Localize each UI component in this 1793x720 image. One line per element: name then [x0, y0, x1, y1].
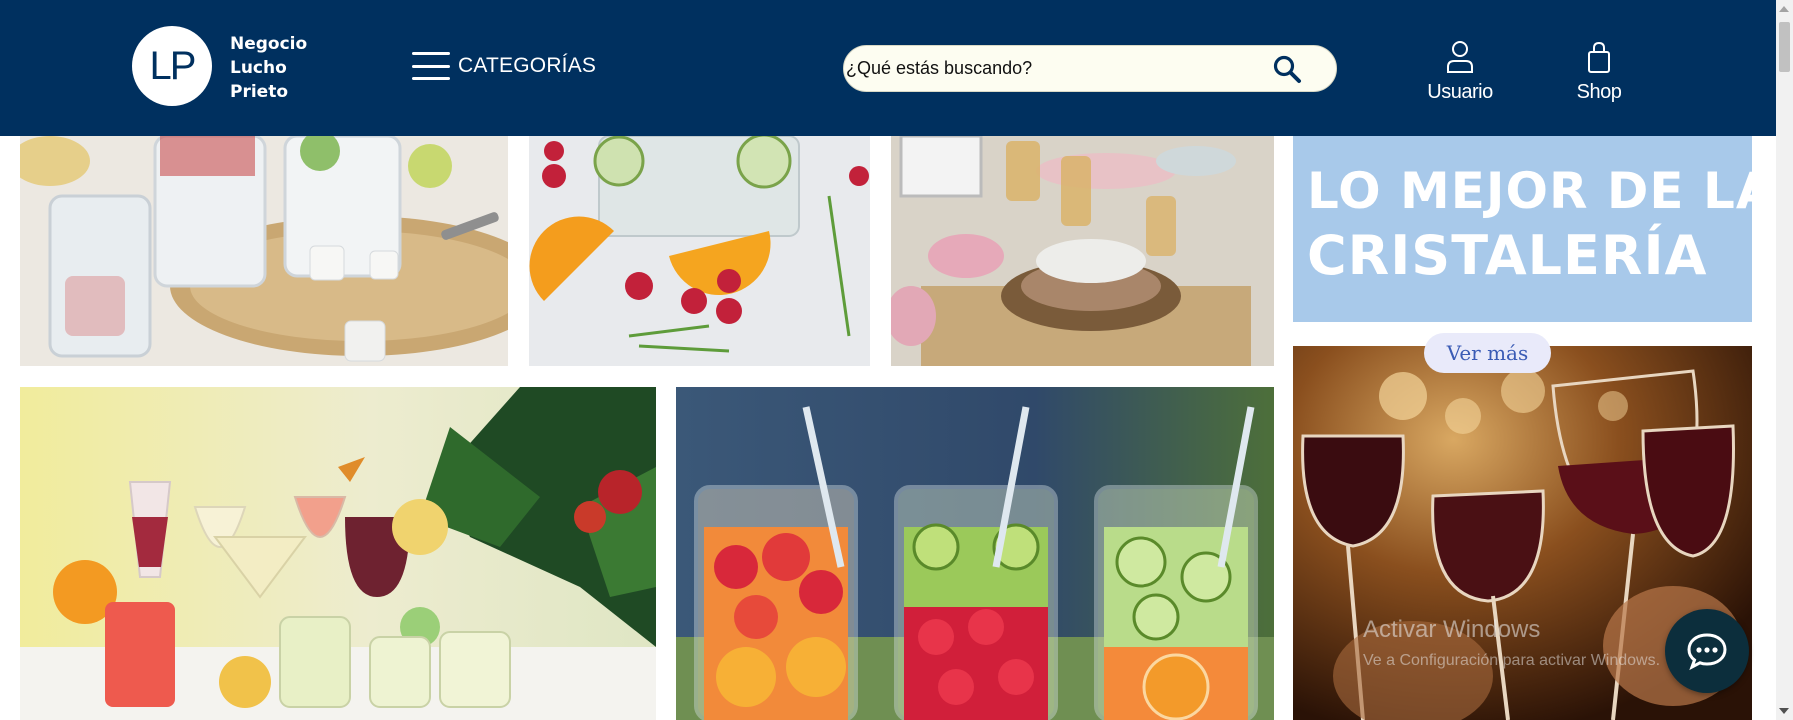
search-bar — [843, 45, 1337, 92]
page: LP Negocio Lucho Prieto CATEGORÍAS Usuar… — [0, 0, 1793, 720]
chat-button[interactable] — [1665, 609, 1749, 693]
cocktails-image — [20, 387, 656, 720]
gallery-tile-citrus-water[interactable] — [529, 136, 870, 366]
gallery-tile-table-setting[interactable] — [891, 136, 1274, 366]
brand-line: Prieto — [230, 82, 289, 102]
logo[interactable]: LP — [132, 26, 212, 106]
shop-label: Shop — [1576, 81, 1622, 103]
vertical-scrollbar[interactable] — [1776, 0, 1793, 720]
hamburger-menu-icon — [412, 50, 450, 82]
gallery-tile-cocktails[interactable] — [20, 387, 656, 720]
ver-mas-button[interactable]: Ver más — [1424, 333, 1551, 373]
search-icon[interactable] — [1272, 54, 1302, 84]
categories-button[interactable]: CATEGORÍAS — [412, 46, 596, 86]
table-setting-image — [891, 136, 1274, 366]
user-label: Usuario — [1427, 81, 1493, 103]
categories-label: CATEGORÍAS — [458, 54, 597, 77]
shopping-bag-icon — [1588, 41, 1610, 73]
shop-button[interactable]: Shop — [1568, 40, 1630, 104]
scroll-up-arrow-icon[interactable] — [1779, 6, 1789, 12]
chat-bubble-icon — [1687, 633, 1727, 671]
scrollbar-thumb[interactable] — [1779, 22, 1790, 72]
site-header: LP Negocio Lucho Prieto CATEGORÍAS Usuar… — [0, 0, 1776, 136]
citrus-water-image — [529, 136, 870, 366]
gallery-tile-glasses-tray[interactable] — [20, 136, 508, 366]
fruit-water-jars-image — [676, 387, 1274, 720]
brand-line: Negocio — [230, 34, 308, 54]
gallery-tile-fruit-water-jars[interactable] — [676, 387, 1274, 720]
activation-watermark-subtitle: Ve a Configuración para activar Windows. — [1363, 652, 1661, 669]
promo-title-line1: LO MEJOR DE LA — [1307, 162, 1752, 220]
user-icon — [1447, 41, 1473, 73]
promo-title-line2: CRISTALERÍA — [1307, 224, 1708, 287]
user-button[interactable]: Usuario — [1418, 40, 1502, 104]
glasses-tray-image — [20, 136, 508, 366]
brand-line: Lucho — [230, 58, 287, 78]
promo-banner[interactable]: LO MEJOR DE LA CRISTALERÍA — [1293, 136, 1752, 322]
logo-initials: LP — [149, 43, 197, 88]
activation-watermark-title: Activar Windows — [1363, 616, 1541, 643]
brand-name[interactable]: Negocio Lucho Prieto — [230, 32, 307, 104]
search-input[interactable] — [846, 46, 1266, 91]
scroll-down-arrow-icon[interactable] — [1779, 708, 1789, 714]
